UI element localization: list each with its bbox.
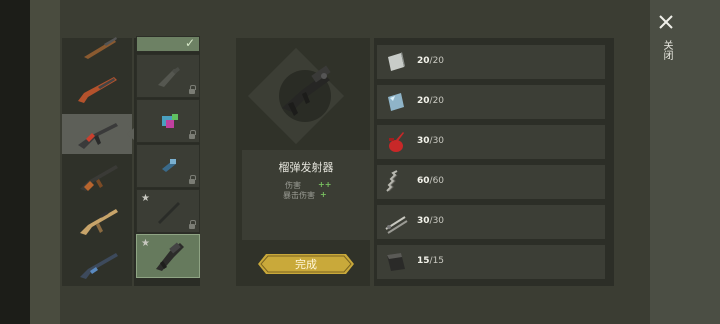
oil-can-icon: [389, 132, 404, 152]
metal-plate-icon: [388, 52, 405, 71]
check-icon: ✓: [184, 36, 195, 50]
blue-part-icon: [162, 159, 176, 172]
grenade-launcher-icon: [282, 65, 331, 116]
weapon-name: 榴弹发射器: [278, 161, 334, 174]
upgrade-slot-magazine[interactable]: [136, 99, 200, 143]
done-button-label: 完成: [295, 258, 317, 271]
weapon-slot-assault-rifle[interactable]: [62, 114, 132, 154]
colored-magazine-icon: [162, 114, 178, 128]
spring-icon: [386, 170, 398, 192]
weapon-slot-ak-rifle[interactable]: [62, 158, 132, 198]
upgrade-list: ✓ ★ ★: [134, 36, 200, 286]
material-count: 20/20: [417, 56, 445, 66]
upgrade-slot-blue-part[interactable]: [136, 144, 200, 188]
background-band: [30, 0, 60, 324]
tan-rifle-icon: [80, 209, 118, 235]
ak-rifle-icon: [80, 165, 118, 191]
pump-shotgun-icon: [78, 77, 117, 103]
lock-icon: [189, 175, 196, 184]
material-count: 60/60: [417, 176, 445, 186]
stat-crit-plus: +: [320, 190, 327, 199]
blue-rifle-icon: [80, 253, 118, 279]
weapon-slot-pump-shotgun[interactable]: [62, 68, 132, 108]
material-count: 15/15: [417, 256, 445, 266]
stat-damage-plus: ++: [318, 180, 332, 189]
weapon-slot-tan-rifle[interactable]: [62, 202, 132, 242]
weapon-list: [62, 36, 132, 286]
glass-plate-icon: [388, 93, 404, 111]
done-button[interactable]: 完成: [258, 254, 354, 274]
assault-rifle-icon: [78, 123, 118, 149]
upgrade-slot-completed[interactable]: ✓: [136, 36, 200, 52]
lock-icon: [189, 220, 196, 229]
material-row: 30/30: [377, 125, 605, 159]
weapon-slot-blue-rifle[interactable]: [62, 246, 132, 286]
weapon-slot-shotgun[interactable]: [62, 36, 132, 64]
launcher-part-icon: [156, 242, 184, 271]
material-count: 30/30: [417, 216, 445, 226]
material-count: 20/20: [417, 96, 445, 106]
lock-icon: [189, 130, 196, 139]
material-count: 30/30: [417, 136, 445, 146]
bent-plate-icon: [387, 253, 405, 271]
upgrade-slot-launcher[interactable]: ★: [136, 234, 200, 278]
lock-icon: [189, 85, 196, 94]
stat-crit-label: 暴击伤害: [283, 191, 315, 200]
left-edge: [0, 0, 30, 324]
material-row: 20/20: [377, 85, 605, 119]
material-row: 15/15: [377, 245, 605, 279]
upgrade-slot-stock[interactable]: [136, 54, 200, 98]
star-icon: ★: [141, 193, 150, 204]
star-icon: ★: [141, 238, 150, 249]
material-row: 30/30: [377, 205, 605, 239]
close-icon[interactable]: [656, 12, 676, 32]
selection-arrow: [127, 128, 134, 140]
barrel-part-icon: [158, 202, 180, 224]
rods-icon: [385, 216, 408, 234]
close-label[interactable]: 关闭: [660, 40, 672, 60]
shotgun-icon: [84, 37, 117, 59]
upgrade-slot-barrel[interactable]: ★: [136, 189, 200, 233]
upgrade-screen: ✓ ★ ★ 榴弹发射器 伤害 ++ 暴击伤害 + 完成 20/20 20/20 …: [0, 0, 720, 324]
material-row: 20/20: [377, 45, 605, 79]
material-row: 60/60: [377, 165, 605, 199]
stock-part-icon: [158, 67, 180, 87]
